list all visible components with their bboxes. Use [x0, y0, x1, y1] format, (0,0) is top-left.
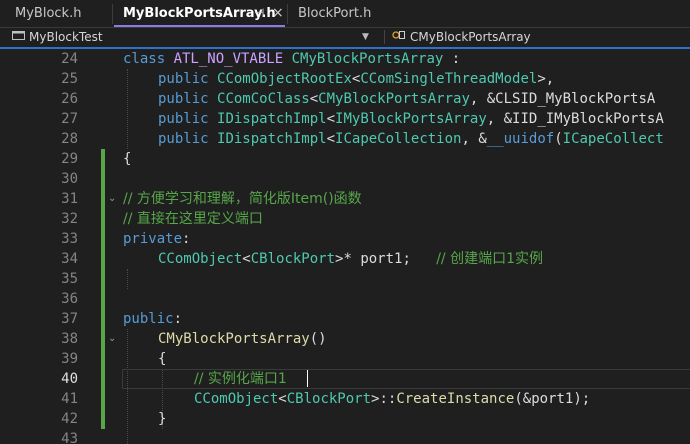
line-number: 37	[61, 311, 78, 327]
chevron-down-icon: ▼	[362, 32, 369, 42]
code-line: 35	[0, 269, 690, 289]
code-text: private:	[123, 231, 191, 247]
tab-label: MyBlock.h	[15, 6, 82, 21]
code-text: public CComCoClass<CMyBlockPortsArray, &…	[158, 91, 656, 107]
code-line: 25 public CComObjectRootEx<CComSingleThr…	[0, 69, 690, 89]
code-line: 31 ⌄ // 方便学习和理解，简化版Item()函数	[0, 189, 690, 209]
line-number: 24	[61, 51, 78, 67]
class-icon	[392, 29, 406, 47]
project-name: MyBlockTest	[29, 30, 103, 44]
code-line: 27 public IDispatchImpl<IMyBlockPortsArr…	[0, 109, 690, 129]
navigation-bar: MyBlockTest ▼ CMyBlockPortsArray	[0, 28, 690, 47]
tab-divider	[287, 4, 288, 24]
code-text: public CComObjectRootEx<CComSingleThread…	[158, 71, 555, 87]
code-line-current: 40 // 实例化端口1	[0, 369, 690, 389]
line-number: 29	[61, 151, 78, 167]
line-number: 36	[61, 291, 78, 307]
chevron-down-icon[interactable]: ⌄	[108, 329, 116, 349]
code-text: {	[158, 351, 167, 367]
code-text: public IDispatchImpl<ICapeCollection, &_…	[158, 131, 664, 147]
code-line: 42 }	[0, 409, 690, 429]
code-line: 41 CComObject<CBlockPort>::CreateInstanc…	[0, 389, 690, 409]
code-line: 34 CComObject<CBlockPort>* port1; // 创建端…	[0, 249, 690, 269]
tab-label: MyBlockPortsArray.h	[123, 6, 276, 21]
tab-divider	[112, 4, 113, 24]
tab-myblockportsarray-h[interactable]: MyBlockPortsArray.h ⊣ ×	[114, 0, 285, 27]
code-line: 33 private:	[0, 229, 690, 249]
code-text: }	[158, 411, 167, 427]
tab-myblock-h[interactable]: MyBlock.h	[0, 0, 112, 27]
code-text: {	[123, 151, 132, 167]
line-number: 35	[61, 271, 78, 287]
chevron-down-icon[interactable]: ⌄	[108, 189, 116, 209]
tab-label: BlockPort.h	[298, 6, 372, 21]
line-number: 39	[61, 351, 78, 367]
code-text: CMyBlockPortsArray()	[158, 331, 327, 347]
code-line: 39 {	[0, 349, 690, 369]
code-text: class ATL_NO_VTABLE CMyBlockPortsArray :	[123, 51, 461, 67]
code-line: 30	[0, 169, 690, 189]
line-number: 31	[61, 191, 78, 207]
line-number: 25	[61, 71, 78, 87]
line-number: 34	[61, 251, 78, 267]
scope-dropdown[interactable]: CMyBlockPortsArray	[392, 28, 690, 46]
code-comment: // 实例化端口1	[194, 371, 287, 387]
line-number: 32	[61, 211, 78, 227]
line-number: 42	[61, 411, 78, 427]
code-line: 38 ⌄ CMyBlockPortsArray()	[0, 329, 690, 349]
scope-name: CMyBlockPortsArray	[410, 30, 531, 44]
tab-blockport-h[interactable]: BlockPort.h	[292, 0, 372, 27]
code-text: public:	[123, 311, 183, 327]
project-dropdown[interactable]: MyBlockTest ▼	[12, 28, 382, 46]
text-caret	[307, 370, 308, 387]
line-number: 43	[61, 431, 78, 444]
code-line: 28 public IDispatchImpl<ICapeCollection,…	[0, 129, 690, 149]
line-number: 27	[61, 111, 78, 127]
line-number: 28	[61, 131, 78, 147]
code-line: 36	[0, 289, 690, 309]
close-icon[interactable]: ×	[272, 0, 284, 27]
line-number: 33	[61, 231, 78, 247]
line-number: 38	[61, 331, 78, 347]
code-line: 24 class ATL_NO_VTABLE CMyBlockPortsArra…	[0, 49, 690, 69]
code-line: 26 public CComCoClass<CMyBlockPortsArray…	[0, 89, 690, 109]
line-number: 40	[61, 371, 78, 387]
line-number: 30	[61, 171, 78, 187]
code-comment: // 方便学习和理解，简化版Item()函数	[123, 191, 362, 207]
code-text: CComObject<CBlockPort>::CreateInstance(&…	[194, 391, 591, 407]
code-text: CComObject<CBlockPort>* port1; // 创建端口1实…	[158, 251, 543, 267]
line-number: 26	[61, 91, 78, 107]
code-line: 29 {	[0, 149, 690, 169]
nav-divider	[384, 30, 385, 44]
code-editor[interactable]: 24 class ATL_NO_VTABLE CMyBlockPortsArra…	[0, 49, 690, 444]
code-comment: // 直接在这里定义端口	[123, 211, 263, 227]
code-text: public IDispatchImpl<IMyBlockPortsArray,…	[158, 111, 664, 127]
line-number: 41	[61, 391, 78, 407]
code-line: 37 public:	[0, 309, 690, 329]
code-line: 32 // 直接在这里定义端口	[0, 209, 690, 229]
code-line: 43	[0, 429, 690, 444]
pin-icon[interactable]: ⊣	[254, 0, 264, 27]
project-icon	[12, 29, 25, 47]
tab-strip: MyBlock.h MyBlockPortsArray.h ⊣ × BlockP…	[0, 0, 690, 27]
